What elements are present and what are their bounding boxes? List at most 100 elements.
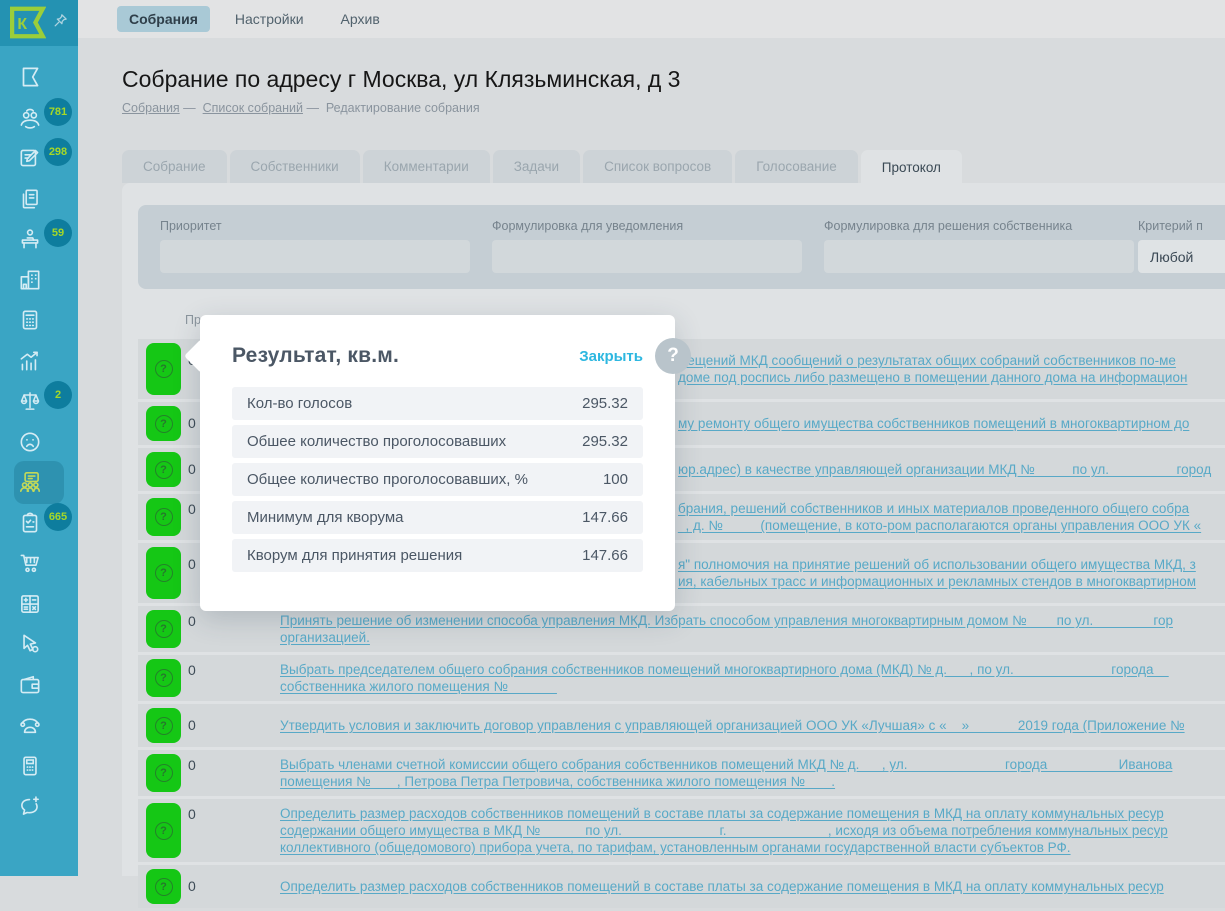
sidebar-item[interactable]: 2 [0, 381, 78, 422]
result-cell-button[interactable] [146, 869, 181, 904]
phone-icon [17, 712, 43, 738]
breadcrumb-item[interactable]: Список собраний [180, 101, 303, 115]
question-row: 0 Определить размер расходов собственник… [138, 799, 1225, 862]
keypad-icon [17, 753, 43, 779]
breadcrumb: Собрания Список собраний Редактирование … [122, 101, 480, 115]
question-mark-icon [155, 360, 173, 378]
reception-icon [17, 226, 43, 252]
question-link-line[interactable]: коллективного (общедомового) прибора уче… [280, 839, 1225, 856]
sidebar-item[interactable]: 665 [0, 503, 78, 544]
tab[interactable]: Список вопросов [583, 150, 732, 183]
result-value: 147.66 [582, 547, 628, 564]
result-label: Обшее количество проголосовавших [247, 433, 506, 450]
sidebar-item[interactable]: 298 [0, 138, 78, 179]
tab[interactable]: Задачи [493, 150, 580, 183]
result-row: Общее количество проголосовавших, % 100 [232, 463, 643, 496]
result-label: Минимум для кворума [247, 509, 404, 526]
question-link-line[interactable]: помещения № ___, Петрова Петра Петровича… [280, 773, 1225, 790]
top-nav-item[interactable]: Настройки [223, 6, 316, 32]
sidebar-item[interactable] [0, 341, 78, 382]
result-cell-button[interactable] [146, 498, 181, 536]
question-link-line[interactable]: юр.адрес) в качестве управляющей организ… [678, 461, 1225, 478]
building-icon [17, 267, 43, 293]
result-label: Общее количество проголосовавших, % [247, 471, 528, 488]
filter-field: Приоритет [160, 219, 470, 273]
question-link-line[interactable]: мещений МКД сообщений о результатах общи… [678, 352, 1225, 369]
question-link-line[interactable]: Выбрать членами счетной комиссии общего … [280, 756, 1225, 773]
question-link-line[interactable]: доме под роспись либо размещено в помеще… [678, 369, 1225, 386]
filter-input[interactable] [824, 240, 1134, 273]
tab[interactable]: Собрание [122, 150, 227, 183]
result-cell-button[interactable] [146, 547, 181, 599]
top-nav-item[interactable]: Собрания [117, 6, 210, 32]
question-link-line[interactable]: я" полномочия на принятие решений об исп… [678, 556, 1225, 573]
count-badge: 665 [44, 503, 72, 531]
result-value: 295.32 [582, 433, 628, 450]
tab[interactable]: Собственники [230, 150, 360, 183]
question-row: 0 Выбрать председателем общего собрания … [138, 655, 1225, 701]
question-link-line[interactable]: Определить размер расходов собственников… [280, 878, 1225, 895]
pin-icon[interactable] [52, 12, 69, 29]
sidebar-item[interactable] [0, 624, 78, 665]
question-row: 0 Определить размер расходов собственник… [138, 865, 1225, 908]
priority-value: 0 [188, 461, 196, 477]
sidebar-item[interactable] [0, 462, 78, 503]
result-row: Обшее количество проголосовавших 295.32 [232, 425, 643, 458]
svg-text:К: К [17, 16, 27, 33]
sidebar-item[interactable] [0, 57, 78, 98]
tab[interactable]: Комментарии [363, 150, 490, 183]
question-link-line[interactable]: Утвердить условия и заключить договор уп… [280, 717, 1225, 734]
sidebar-item[interactable] [0, 300, 78, 341]
tab[interactable]: Голосование [735, 150, 858, 183]
priority-value: 0 [188, 613, 196, 629]
top-nav-item[interactable]: Архив [329, 6, 392, 32]
question-link-line[interactable]: организацией. [280, 629, 1225, 646]
question-link-line[interactable]: Принять решение об изменении способа упр… [280, 612, 1225, 629]
sidebar-item[interactable] [0, 665, 78, 706]
sidebar-item[interactable] [0, 746, 78, 787]
question-link-line[interactable]: брания, решений собственников и иных мат… [678, 500, 1225, 517]
filter-input[interactable] [160, 240, 470, 273]
sidebar-item[interactable] [0, 422, 78, 463]
sidebar-item[interactable] [0, 705, 78, 746]
breadcrumb-item[interactable]: Собрания [122, 101, 180, 115]
close-button[interactable]: Закрыть [579, 348, 643, 365]
result-cell-button[interactable] [146, 406, 181, 441]
question-text: юр.адрес) в качестве управляющей организ… [678, 461, 1225, 478]
group-icon [17, 105, 43, 131]
result-cell-button[interactable] [146, 659, 181, 697]
edit-doc-icon [17, 145, 43, 171]
question-link-line[interactable]: собственника жилого помещения № ______ [280, 678, 1225, 695]
filter-input[interactable] [492, 240, 802, 273]
result-cell-button[interactable] [146, 343, 181, 395]
result-value: 295.32 [582, 395, 628, 412]
result-cell-button[interactable] [146, 708, 181, 743]
question-text: брания, решений собственников и иных мат… [678, 500, 1225, 534]
sidebar-item[interactable]: 781 [0, 98, 78, 139]
sidebar-item[interactable] [0, 786, 78, 827]
sidebar-item[interactable] [0, 584, 78, 625]
question-link-line[interactable]: _, д. № ____ (помещение, в кото-ром расп… [678, 517, 1225, 534]
presentation-icon [17, 469, 43, 495]
scales-icon [17, 388, 43, 414]
breadcrumb-item[interactable]: Редактирование собрания [303, 101, 480, 115]
help-icon[interactable] [655, 338, 691, 374]
result-cell-button[interactable] [146, 754, 181, 792]
question-mark-icon [155, 764, 173, 782]
tab[interactable]: Протокол [861, 150, 962, 185]
clipboard-icon [17, 510, 43, 536]
question-link-line[interactable]: му ремонту общего имущества собственнико… [678, 415, 1225, 432]
question-link-line[interactable]: содержании общего имущества в МКД № ____… [280, 822, 1225, 839]
result-cell-button[interactable] [146, 452, 181, 487]
sidebar-item[interactable] [0, 260, 78, 301]
question-link-line[interactable]: Выбрать председателем общего собрания со… [280, 661, 1225, 678]
sidebar-item[interactable] [0, 179, 78, 220]
result-cell-button[interactable] [146, 610, 181, 648]
result-cell-button[interactable] [146, 803, 181, 858]
sidebar-item[interactable] [0, 543, 78, 584]
question-link-line[interactable]: ия, кабельных трасс и информационных и р… [678, 573, 1225, 590]
sidebar-item[interactable]: 59 [0, 219, 78, 260]
question-link-line[interactable]: Определить размер расходов собственников… [280, 805, 1225, 822]
filter-input[interactable]: Любой [1138, 240, 1225, 273]
filter-panel: Приоритет Формулировка для уведомления Ф… [138, 205, 1225, 289]
